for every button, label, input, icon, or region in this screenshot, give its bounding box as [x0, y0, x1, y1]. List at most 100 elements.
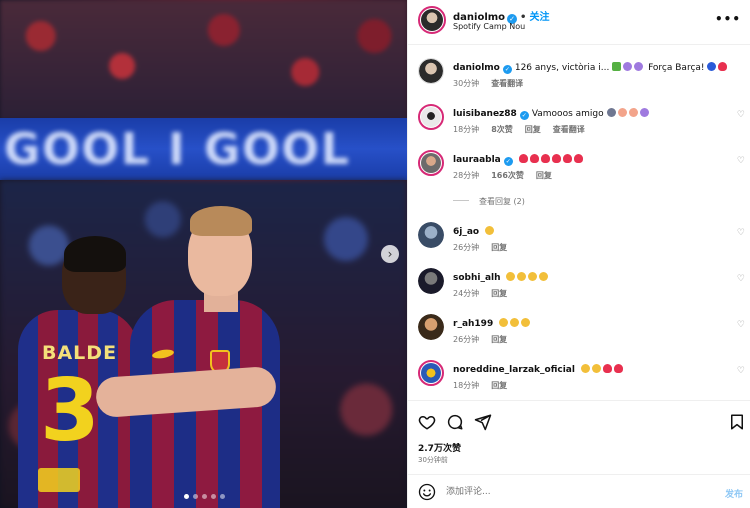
comment-time: 18分钟 [453, 381, 480, 390]
clap-emoji-icon [521, 318, 531, 327]
red-heart-emoji-icon [518, 154, 528, 163]
comment-time: 26分钟 [453, 243, 480, 252]
post-photo[interactable]: GOOL I GOOL BALDE 3 › [0, 0, 407, 508]
player-left-number: 3 [40, 361, 100, 461]
see-translation-link[interactable]: 查看翻译 [491, 79, 523, 88]
clap-emoji-icon [617, 108, 627, 117]
comment-time: 24分钟 [453, 289, 480, 298]
carousel-dot [202, 494, 207, 499]
reply-button[interactable]: 回复 [491, 335, 507, 344]
reply-button[interactable]: 回复 [525, 125, 541, 134]
crowd-background [0, 0, 407, 120]
carousel-dot [220, 494, 225, 499]
save-bookmark-icon[interactable] [728, 413, 746, 431]
author-avatar[interactable] [418, 6, 446, 34]
verified-badge-icon: ✓ [502, 65, 512, 74]
comment-likes[interactable]: 8次赞 [491, 125, 513, 134]
caption-time: 30分钟 [453, 79, 480, 88]
comment-username[interactable]: lauraabla [453, 155, 501, 165]
blue-heart-emoji-icon [707, 62, 717, 71]
red-heart-emoji-icon [540, 154, 550, 163]
player-right-hair [190, 206, 252, 236]
carousel-dot [193, 494, 198, 499]
commenter-avatar[interactable] [418, 360, 444, 386]
clap-emoji-icon [539, 272, 549, 281]
comment-username[interactable]: sobhi_alh [453, 273, 501, 283]
comment-time: 18分钟 [453, 125, 480, 134]
like-comment-heart-icon[interactable]: ♡ [737, 274, 745, 284]
player-left-hair [64, 236, 126, 272]
caption-username[interactable]: daniolmo [453, 63, 500, 73]
comment-username[interactable]: 6j_ao [453, 227, 479, 237]
commenter-avatar[interactable] [418, 314, 444, 340]
sponsor-patch [38, 468, 80, 492]
clap-emoji-icon [517, 272, 527, 281]
red-heart-emoji-icon [613, 364, 623, 373]
like-comment-heart-icon[interactable]: ♡ [737, 228, 745, 238]
emoji-picker-icon[interactable] [418, 483, 436, 501]
verified-badge-icon: ✓ [519, 111, 529, 120]
follow-button[interactable]: 关注 [529, 12, 549, 23]
likes-count[interactable]: 2.7万次赞 [418, 441, 461, 454]
location-link[interactable]: Spotify Camp Nou [453, 22, 525, 31]
dancers-emoji-icon [639, 108, 649, 117]
medal-emoji-icon [634, 62, 644, 71]
comment-username[interactable]: r_ah199 [453, 319, 493, 329]
comment-composer: 发布 [408, 474, 750, 508]
comment-time: 26分钟 [453, 335, 480, 344]
medal-emoji-icon [623, 62, 633, 71]
reply-button[interactable]: 回复 [491, 381, 507, 390]
post-comment-button[interactable]: 发布 [725, 487, 743, 500]
commenter-avatar[interactable] [418, 222, 444, 248]
flex-emoji-icon [628, 108, 638, 117]
stadium-banner-text: GOOL I GOOL [4, 124, 351, 174]
red-heart-emoji-icon [562, 154, 572, 163]
clap-emoji-icon [591, 364, 601, 373]
carousel-next-button[interactable]: › [381, 245, 399, 263]
see-translation-link[interactable]: 查看翻译 [553, 125, 585, 134]
red-heart-emoji-icon [573, 154, 583, 163]
reply-button[interactable]: 回复 [491, 289, 507, 298]
like-comment-heart-icon[interactable]: ♡ [737, 156, 745, 166]
view-replies-link[interactable]: 查看回复 (2) [453, 196, 525, 207]
clap-emoji-icon [484, 226, 494, 235]
post-time: 30分钟前 [418, 456, 448, 464]
check-emoji-icon [612, 62, 622, 71]
comment-likes[interactable]: 166次赞 [491, 171, 524, 180]
share-send-icon[interactable] [474, 413, 492, 431]
clap-emoji-icon [510, 318, 520, 327]
red-heart-emoji-icon [602, 364, 612, 373]
red-heart-emoji-icon [529, 154, 539, 163]
comment-input[interactable] [446, 484, 706, 500]
more-options-button[interactable]: ••• [715, 12, 741, 26]
commenter-avatar[interactable] [418, 268, 444, 294]
caption-avatar[interactable] [418, 58, 444, 84]
post-details-panel: daniolmo ✓ • 关注 Spotify Camp Nou ••• daniol… [407, 0, 750, 508]
reply-button[interactable]: 回复 [491, 243, 507, 252]
like-comment-heart-icon[interactable]: ♡ [737, 320, 745, 330]
comment-username[interactable]: luisibanez88 [453, 109, 517, 119]
globe-emoji-icon [606, 108, 616, 117]
commenter-avatar[interactable] [418, 104, 444, 130]
red-heart-emoji-icon [718, 62, 728, 71]
clap-emoji-icon [499, 318, 509, 327]
comment-username[interactable]: noreddine_larzak_oficial [453, 365, 575, 375]
like-comment-heart-icon[interactable]: ♡ [737, 366, 745, 376]
comment-text: Vamooos amigo [531, 109, 604, 119]
caption-text: 126 anys, victòria i... [514, 63, 610, 73]
carousel-dot [211, 494, 216, 499]
clap-emoji-icon [580, 364, 590, 373]
reply-button[interactable]: 回复 [536, 171, 552, 180]
red-heart-emoji-icon [551, 154, 561, 163]
clap-emoji-icon [528, 272, 538, 281]
comment-time: 28分钟 [453, 171, 480, 180]
caption-text-end: Força Barça! [648, 63, 705, 73]
clap-emoji-icon [506, 272, 516, 281]
post-actions: 2.7万次赞 30分钟前 [408, 400, 750, 480]
carousel-dot [184, 494, 189, 499]
commenter-avatar[interactable] [418, 150, 444, 176]
comment-bubble-icon[interactable] [446, 413, 464, 431]
like-comment-heart-icon[interactable]: ♡ [737, 110, 745, 120]
verified-badge-icon: ✓ [503, 157, 513, 166]
like-heart-icon[interactable] [418, 413, 436, 431]
